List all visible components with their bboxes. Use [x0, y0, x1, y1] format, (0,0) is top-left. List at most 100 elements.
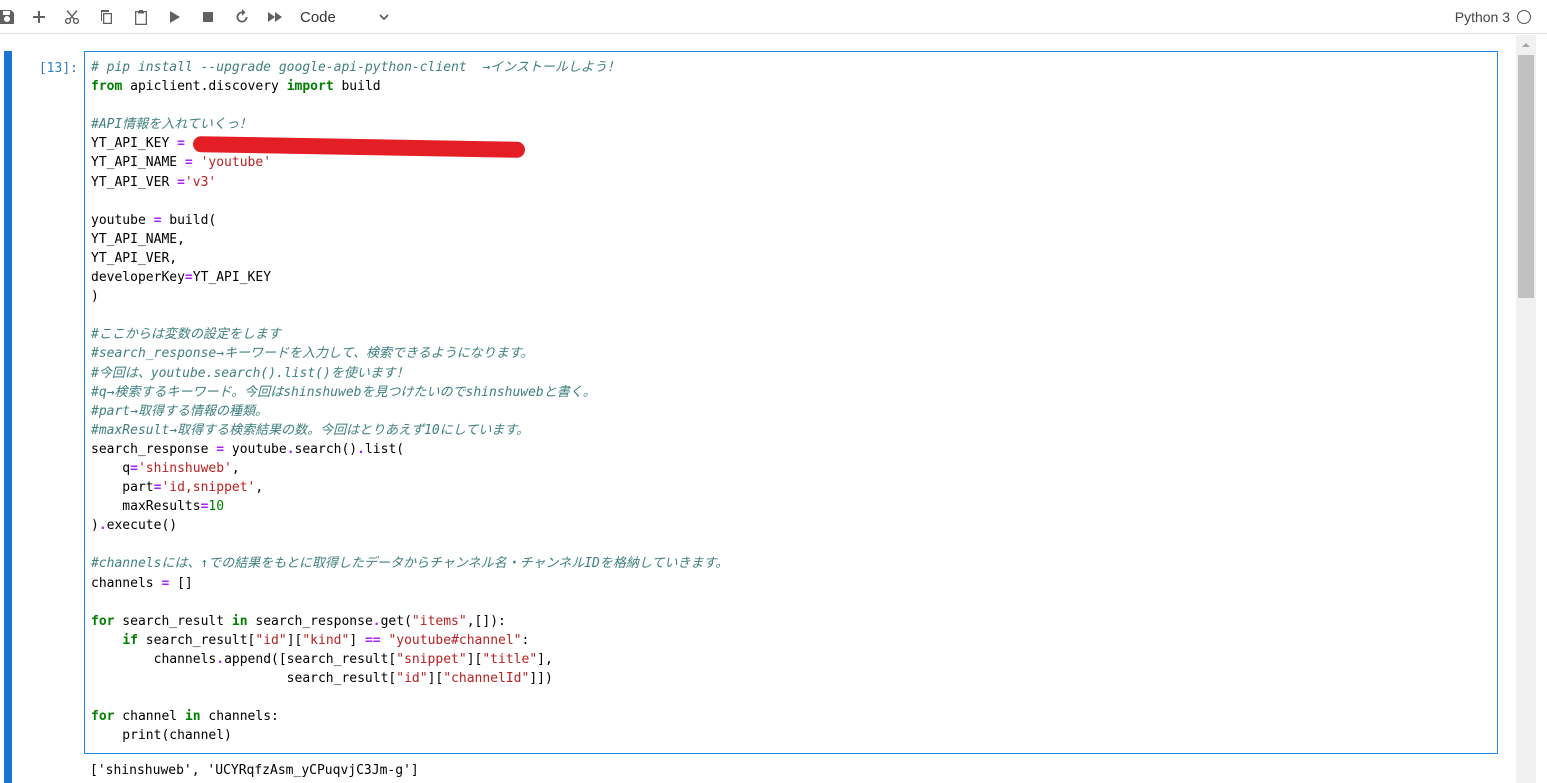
- code-token: 'shinshuweb': [137, 460, 232, 476]
- scrollbar-thumb[interactable]: [1518, 55, 1534, 298]
- code-line[interactable]: YT_API_VER ='v3': [91, 173, 1491, 192]
- code-line[interactable]: #search_response→キーワードを入力して、検索できるようになります…: [91, 344, 1491, 363]
- code-line[interactable]: maxResults=10: [91, 497, 1491, 516]
- code-line[interactable]: q='shinshuweb',: [91, 459, 1491, 478]
- kernel-name[interactable]: Python 3: [1440, 7, 1510, 27]
- code-token: "kind": [302, 632, 350, 648]
- code-token: search_result[: [137, 632, 256, 648]
- code-line[interactable]: #channelsには、↑での結果をもとに取得したデータからチャンネル名・チャン…: [91, 554, 1491, 573]
- code-line[interactable]: developerKey=YT_API_KEY: [91, 268, 1491, 287]
- code-line[interactable]: YT_API_NAME = 'youtube': [91, 153, 1491, 172]
- code-token: #今回は、youtube.search().list()を使います！: [91, 365, 409, 381]
- code-line[interactable]: part='id,snippet',: [91, 478, 1491, 497]
- code-line[interactable]: ): [91, 287, 1491, 306]
- code-line[interactable]: ​: [91, 96, 1491, 115]
- code-token: =: [177, 174, 185, 190]
- code-token: #part→取得する情報の種類。: [91, 403, 268, 419]
- code-token: ,: [255, 480, 264, 496]
- code-token: "id": [396, 671, 428, 686]
- code-token: developerKey: [91, 270, 185, 286]
- code-token: search_result: [114, 613, 232, 629]
- copy-icon[interactable]: [95, 6, 117, 28]
- code-token: "snippet": [396, 651, 467, 667]
- code-token: youtube: [224, 441, 287, 457]
- code-token: =: [184, 155, 193, 171]
- code-token: 'id,snippet': [161, 480, 256, 496]
- code-line[interactable]: ​: [91, 192, 1491, 211]
- code-line[interactable]: #part→取得する情報の種類。: [91, 402, 1491, 421]
- code-line[interactable]: youtube = build(: [91, 211, 1491, 230]
- code-token: import: [286, 79, 334, 95]
- code-line[interactable]: #今回は、youtube.search().list()を使います！: [91, 364, 1491, 383]
- code-token: .: [357, 441, 365, 457]
- code-token: ][: [286, 632, 303, 648]
- code-token: YT_API_KEY: [91, 136, 178, 152]
- code-token: "id": [255, 632, 287, 648]
- chevron-down-icon: [379, 14, 389, 21]
- code-line[interactable]: ​: [91, 306, 1491, 325]
- cut-icon[interactable]: [61, 6, 83, 28]
- code-token: from: [91, 79, 123, 95]
- code-line[interactable]: search_response = youtube.search().list(: [91, 440, 1491, 459]
- code-token: maxResults: [91, 499, 201, 515]
- code-line[interactable]: ​: [91, 593, 1491, 612]
- code-token: q: [91, 460, 131, 476]
- code-token: YT_API_VER,: [91, 250, 178, 266]
- code-line[interactable]: ​: [91, 688, 1491, 707]
- code-line[interactable]: channels.append([search_result["snippet"…: [91, 650, 1491, 669]
- code-token: ==: [364, 632, 381, 648]
- code-line[interactable]: # pip install --upgrade google-api-pytho…: [91, 58, 1491, 77]
- cell-output: ['shinshuweb', 'UCYRqfzAsm_yCPuqvjC3Jm-g…: [90, 763, 419, 778]
- stop-icon[interactable]: [197, 6, 219, 28]
- code-token: YT_API_VER: [91, 174, 178, 190]
- code-token: "title": [482, 651, 538, 667]
- code-line[interactable]: YT_API_NAME,: [91, 230, 1491, 249]
- code-content[interactable]: # pip install --upgrade google-api-pytho…: [91, 58, 1491, 745]
- code-token: ): [91, 289, 99, 305]
- code-token: ][: [427, 671, 444, 686]
- run-icon[interactable]: [163, 6, 185, 28]
- run-all-icon[interactable]: [264, 6, 286, 28]
- code-token: ]]): [529, 671, 553, 686]
- code-token: #ここからは変数の設定をします: [91, 327, 281, 343]
- code-token: channels: [91, 651, 217, 667]
- code-line[interactable]: #API情報を入れていくっ！: [91, 115, 1491, 134]
- code-line[interactable]: channels = []: [91, 574, 1491, 593]
- code-token: .: [98, 518, 107, 534]
- code-token: .: [372, 613, 381, 629]
- code-line[interactable]: ).execute(): [91, 516, 1491, 535]
- cell-type-dropdown[interactable]: Code: [300, 6, 396, 28]
- code-token: execute(): [106, 518, 178, 534]
- code-line[interactable]: from apiclient.discovery import build: [91, 77, 1491, 96]
- code-token: search(): [294, 441, 358, 457]
- code-line[interactable]: #maxResult→取得する検索結果の数。今回はとりあえず10にしています。: [91, 421, 1491, 440]
- code-token: =: [216, 441, 225, 457]
- code-line[interactable]: if search_result["id"]["kind"] == "youtu…: [91, 631, 1491, 650]
- add-cell-icon[interactable]: [28, 6, 50, 28]
- code-token: =: [184, 270, 193, 286]
- code-token: "items": [411, 613, 467, 629]
- code-line[interactable]: #ここからは変数の設定をします: [91, 325, 1491, 344]
- code-token: #maxResult→取得する検索結果の数。今回はとりあえず10にしています。: [91, 422, 530, 438]
- code-line[interactable]: YT_API_VER,: [91, 249, 1491, 268]
- code-line[interactable]: for search_result in search_response.get…: [91, 612, 1491, 631]
- code-line[interactable]: print(channel): [91, 726, 1491, 745]
- code-token: ,: [231, 460, 240, 476]
- restart-icon[interactable]: [231, 6, 253, 28]
- code-token: :: [521, 632, 530, 648]
- paste-icon[interactable]: [130, 6, 152, 28]
- code-line[interactable]: for channel in channels:: [91, 707, 1491, 726]
- save-icon[interactable]: [0, 6, 18, 28]
- notebook-toolbar: Code Python 3: [0, 0, 1547, 34]
- code-token: print(channel): [91, 728, 232, 744]
- code-token: YT_API_NAME: [91, 155, 185, 171]
- code-line[interactable]: #q→検索するキーワード。今回はshinshuwebを見つけたいのでshinsh…: [91, 383, 1491, 402]
- code-line[interactable]: search_result["id"]["channelId"]]): [91, 669, 1491, 688]
- code-line[interactable]: ​: [91, 535, 1491, 554]
- code-token: build: [333, 79, 381, 95]
- code-token: #search_response→キーワードを入力して、検索できるようになります…: [91, 346, 534, 362]
- code-editor[interactable]: # pip install --upgrade google-api-pytho…: [84, 51, 1498, 754]
- scroll-up-icon[interactable]: [1516, 36, 1536, 54]
- cell-collapser[interactable]: [4, 51, 12, 783]
- code-token: in: [231, 613, 248, 629]
